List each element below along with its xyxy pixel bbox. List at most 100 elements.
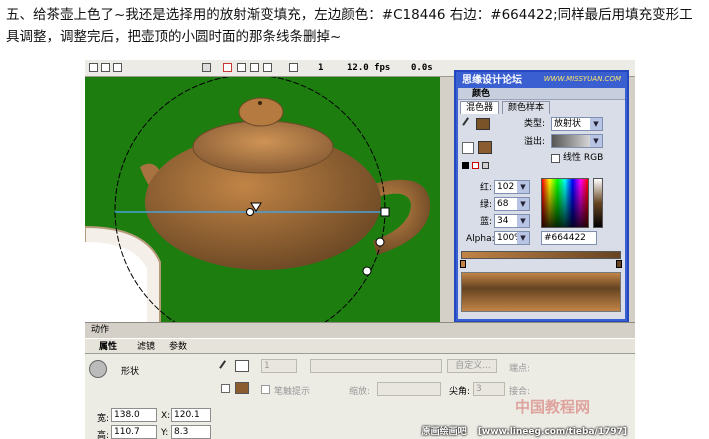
tutorial-caption: 五、给茶壶上色了~我还是选择用的放射渐变填充，左边颜色：#C18446 右边：#… [6, 4, 696, 48]
stroke-hint-checkbox[interactable] [261, 385, 270, 394]
green-value: 68 [497, 199, 509, 209]
source-watermark-url: [www.lineeg.com/tieba/1797] [477, 427, 627, 437]
pencil-icon [462, 117, 475, 130]
chevron-down-icon: ▼ [517, 181, 529, 193]
gradient-right-stop[interactable] [616, 260, 622, 268]
red-label: 红: [480, 183, 493, 193]
red-input[interactable]: 102 ▼ [494, 180, 530, 194]
panel-watermark: WWW.MISSYUAN.COM [543, 75, 621, 83]
size-handle [375, 237, 385, 247]
green-input[interactable]: 68 ▼ [494, 197, 530, 211]
blue-label: 蓝: [480, 217, 493, 227]
type-label: 类型: [524, 119, 546, 129]
gradient-left-stop[interactable] [460, 260, 466, 268]
black-white-icon[interactable] [462, 162, 469, 169]
bucket-icon[interactable] [462, 142, 474, 154]
color-spectrum[interactable] [541, 178, 589, 228]
x-input[interactable]: 120.1 [171, 408, 211, 422]
modify-markers-icon[interactable] [289, 63, 298, 72]
stroke-swatch[interactable] [235, 360, 249, 372]
endpoint-label: 端点: [509, 364, 531, 374]
fill-bucket-icon [221, 384, 230, 393]
outline-icon[interactable] [113, 63, 122, 72]
chevron-down-icon: ▼ [517, 198, 529, 210]
stage-canvas[interactable] [85, 77, 440, 325]
height-input[interactable]: 110.7 [111, 425, 157, 439]
rotate-handle [362, 266, 372, 276]
teapot-drawing [85, 77, 431, 325]
color-section-header[interactable]: 颜色 [458, 88, 625, 100]
color-mixer-panel: 思缘设计论坛 WWW.MISSYUAN.COM 颜色 混色器 颜色样本 类型: … [454, 70, 629, 323]
width-input[interactable]: 138.0 [111, 408, 157, 422]
flash-screenshot: 1 12.0 fps 0.0s 思缘设计论坛 WWW.MISSYUAN.COM … [85, 60, 635, 439]
stroke-style-select[interactable] [310, 359, 442, 373]
stroke-color-swatch[interactable] [476, 118, 490, 130]
chevron-down-icon: ▼ [590, 118, 602, 130]
gradient-preview [461, 272, 621, 312]
hex-input[interactable]: #664422 [541, 231, 597, 245]
stroke-pencil-icon [219, 360, 232, 373]
actions-label: 动作 [91, 325, 110, 335]
alpha-label: Alpha: [466, 234, 495, 244]
swap-colors-icon[interactable] [482, 162, 489, 169]
lock-icon[interactable] [101, 63, 110, 72]
frame-rate: 12.0 fps [347, 63, 391, 73]
chevron-down-icon: ▼ [517, 215, 529, 227]
overflow-label: 溢出: [524, 137, 546, 147]
width-label: 宽: [97, 414, 110, 424]
eye-icon[interactable] [89, 63, 98, 72]
tab-mixer[interactable]: 混色器 [460, 101, 500, 114]
width-handle [380, 207, 390, 217]
miter-label: 尖角: [449, 387, 471, 397]
onion-outline-icon[interactable] [250, 63, 259, 72]
shape-icon [89, 360, 107, 378]
overflow-select[interactable]: ▼ [551, 134, 603, 148]
caption-line-2: 具调整，调整完后，把壶顶的小圆时面的那条线条删掉~ [6, 29, 342, 45]
source-watermark: 原画绘画吧 [www.lineeg.com/tieba/1797] [422, 424, 627, 437]
current-frame: 1 [318, 63, 324, 73]
blue-input[interactable]: 34 ▼ [494, 214, 530, 228]
type-select[interactable]: 放射状 ▼ [551, 117, 603, 131]
miter-input[interactable]: 3 [473, 382, 505, 396]
height-label: 高: [97, 431, 110, 439]
brightness-slider[interactable] [593, 178, 603, 228]
edit-multiple-icon[interactable] [263, 63, 272, 72]
tab-properties[interactable]: 属性 [99, 341, 117, 353]
scale-label: 缩放: [349, 387, 371, 397]
knob-dot [258, 101, 262, 105]
stroke-width-input[interactable]: 1 [261, 359, 297, 373]
source-watermark-name: 原画绘画吧 [421, 427, 467, 437]
fill-swatch[interactable] [235, 382, 249, 394]
tab-filters[interactable]: 滤镜 [137, 341, 155, 353]
green-label: 绿: [480, 200, 493, 210]
blue-value: 34 [497, 216, 509, 226]
onion-skin-icon[interactable] [237, 63, 246, 72]
y-label: Y: [161, 428, 169, 438]
actions-panel-header[interactable]: 动作 [85, 322, 635, 336]
teapot-lid [192, 120, 334, 174]
custom-button[interactable]: 自定义... [447, 359, 497, 373]
center-frame-icon[interactable] [223, 63, 232, 72]
shape-label: 形状 [121, 367, 140, 377]
center-handle [246, 208, 254, 216]
tab-parameters[interactable]: 参数 [169, 341, 187, 353]
chevron-down-icon: ▼ [590, 135, 602, 147]
properties-tabs: 属性 滤镜 参数 [85, 338, 635, 354]
color-section-label: 颜色 [472, 89, 491, 99]
elapsed-time: 0.0s [411, 63, 433, 73]
y-input[interactable]: 8.3 [171, 425, 211, 439]
tab-swatches[interactable]: 颜色样本 [502, 101, 551, 114]
red-value: 102 [497, 182, 515, 192]
chevron-down-icon: ▼ [517, 232, 529, 244]
no-color-icon[interactable] [472, 162, 479, 169]
trash-icon[interactable] [202, 63, 211, 72]
fill-color-swatch[interactable] [478, 141, 492, 154]
scale-select[interactable] [377, 382, 441, 396]
caption-line-1: 五、给茶壶上色了~我还是选择用的放射渐变填充，左边颜色：#C18446 右边：#… [6, 7, 693, 23]
alpha-input[interactable]: 100% ▼ [494, 231, 530, 245]
linear-rgb-checkbox[interactable] [551, 154, 560, 163]
linear-rgb-label: 线性 RGB [563, 153, 604, 163]
site-watermark: 中国教程网 [515, 398, 591, 416]
panel-tabs: 混色器 颜色样本 [458, 100, 625, 114]
gradient-bar[interactable] [461, 251, 621, 259]
